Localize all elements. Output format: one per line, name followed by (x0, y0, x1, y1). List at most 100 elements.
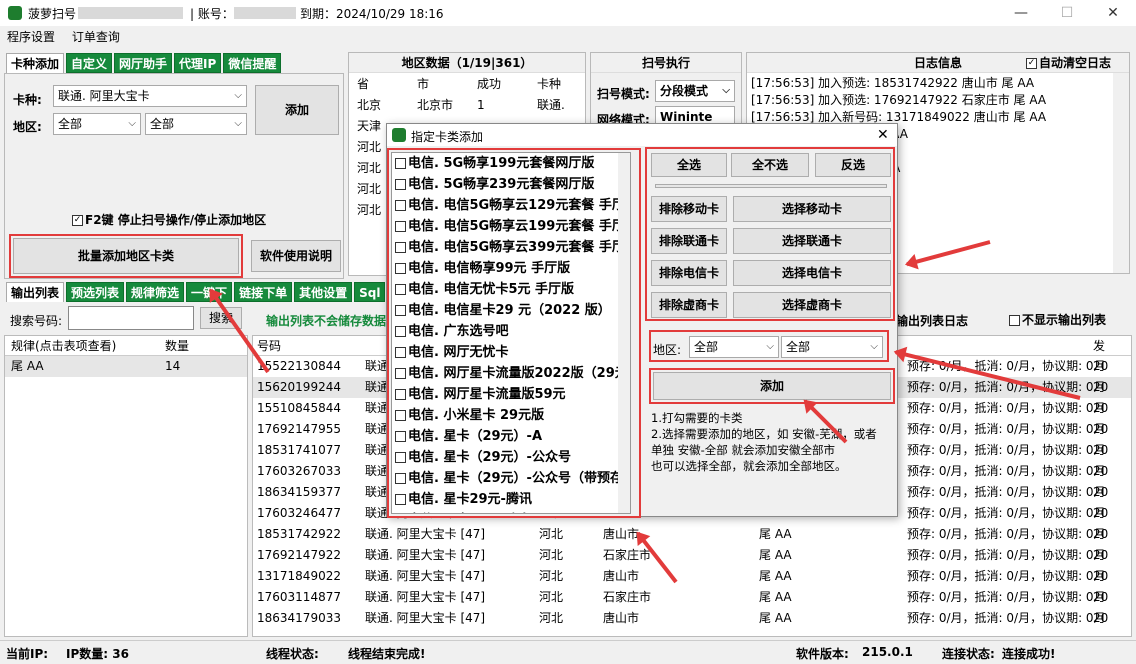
table-cell: 石家庄市 (603, 548, 652, 562)
tab-other-settings[interactable]: 其他设置 (294, 282, 353, 302)
table-cell: 17603267033 (257, 464, 341, 478)
card-checkbox-item[interactable]: 电信. 网厅星卡流量版59元 (392, 384, 630, 405)
tab-proxy-ip[interactable]: 代理IP (174, 53, 222, 73)
checklist-scrollbar[interactable] (618, 153, 630, 513)
tab-sql[interactable]: Sql (354, 282, 386, 302)
tab-custom[interactable]: 自定义 (66, 53, 113, 73)
select-none-button[interactable]: 全不选 (731, 153, 809, 177)
region-data-title: 地区数据（1/19|361） (349, 53, 585, 73)
minimize-button[interactable]: — (998, 0, 1044, 26)
card-checkbox-item[interactable]: 电信. 星卡（29元）-公众号 (392, 447, 630, 468)
checkbox[interactable] (395, 431, 406, 442)
scan-mode-select[interactable]: 分段模式 ⌵ (655, 80, 735, 102)
menu-settings[interactable]: 程序设置 (0, 26, 61, 45)
checkbox[interactable] (395, 473, 406, 484)
checkbox[interactable] (395, 284, 406, 295)
card-type-select[interactable]: 联通. 阿里大宝卡 ⌵ (53, 85, 247, 107)
exclude-button[interactable]: 排除虚商卡 (651, 292, 727, 318)
card-checkbox-item[interactable]: 电信. 网厅无忧卡 (392, 342, 630, 363)
select-button[interactable]: 选择联通卡 (733, 228, 891, 254)
add-button[interactable]: 添加 (255, 85, 339, 135)
card-checkbox-item[interactable]: 电信. 电信5G畅享云399元套餐 手厅 (392, 237, 630, 258)
checkbox[interactable] (395, 326, 406, 337)
card-checkbox-item[interactable]: 电信. 星卡（29元）-A (392, 426, 630, 447)
table-row[interactable]: 13171849022 联通. 阿里大宝卡 [47] 河北 唐山市 尾 AA 预存: 0/… (253, 566, 1131, 587)
card-checkbox-item[interactable]: 电信. 小米星卡 29元版 (392, 405, 630, 426)
table-row[interactable]: 18634179033 联通. 阿里大宝卡 [47] 河北 唐山市 尾 AA 预存: 0/… (253, 608, 1131, 629)
card-checkbox-item[interactable]: 电信. 电信5G畅享云199元套餐 手厅 (392, 216, 630, 237)
log-scrollbar[interactable] (1113, 73, 1129, 273)
checkbox[interactable] (395, 200, 406, 211)
maximize-button[interactable]: ☐ (1044, 0, 1090, 26)
close-button[interactable]: ✕ (1090, 0, 1136, 26)
table-cell: 联通. 阿里大宝卡 [47] (365, 548, 486, 562)
select-button[interactable]: 选择虚商卡 (733, 292, 891, 318)
batch-add-button[interactable]: 批量添加地区卡类 (13, 238, 239, 274)
exclude-button[interactable]: 排除电信卡 (651, 260, 727, 286)
dialog-add-button[interactable]: 添加 (653, 372, 891, 400)
card-checkbox-item[interactable]: 电信. 5G畅享199元套餐网厅版 (392, 153, 630, 174)
card-checkbox-item[interactable]: 电信. 广东选号吧 (392, 321, 630, 342)
dialog-close-button[interactable]: ✕ (877, 127, 889, 143)
card-checkbox-item[interactable]: 电信. 电信无忧卡5元 手厅版 (392, 279, 630, 300)
tab-card-add[interactable]: 卡种添加 (6, 53, 65, 73)
card-checkbox-item[interactable]: 电信. 电信畅享99元 手厅版 (392, 258, 630, 279)
conn-value: 连接成功! (1002, 647, 1056, 661)
tab-output-list[interactable]: 输出列表 (6, 282, 65, 302)
hide-output-checkbox[interactable]: 不显示输出列表 (1006, 311, 1106, 328)
checkbox[interactable] (395, 494, 406, 505)
f2-checkbox-row[interactable]: ✓ F2键 停止扫号操作/停止添加地区 (69, 211, 266, 228)
table-row[interactable]: 北京 北京市 1 联通. (349, 95, 585, 116)
city-select[interactable]: 全部 ⌵ (145, 113, 247, 135)
checkbox[interactable] (395, 158, 406, 169)
manual-button[interactable]: 软件使用说明 (251, 240, 341, 272)
table-cell: 联通. 阿里大宝卡 [47] (365, 590, 486, 604)
table-row[interactable]: 17603114877 联通. 阿里大宝卡 [47] 河北 石家庄市 尾 AA 预存: 0… (253, 587, 1131, 608)
card-checkbox-item[interactable]: 电信. 星卡29元-腾讯 (392, 489, 630, 510)
menu-bar: 程序设置 订单查询 (0, 26, 1136, 46)
dialog-city-select[interactable]: 全部 ⌵ (781, 336, 883, 358)
checkbox[interactable] (395, 179, 406, 190)
card-checklist: 电信. 5G畅享199元套餐网厅版 电信. 5G畅享239元套餐网厅版 电信. 电信… (391, 152, 631, 514)
invert-button[interactable]: 反选 (815, 153, 891, 177)
output-log-button[interactable]: 输出列表日志 (896, 312, 968, 329)
dialog-province-select[interactable]: 全部 ⌵ (689, 336, 779, 358)
checkbox[interactable] (395, 347, 406, 358)
search-input[interactable] (68, 306, 194, 330)
exclude-button[interactable]: 排除联通卡 (651, 228, 727, 254)
province-select[interactable]: 全部 ⌵ (53, 113, 141, 135)
tab-link-order[interactable]: 链接下单 (234, 282, 293, 302)
card-checkbox-item[interactable]: 电信. 星卡29元-头条 (392, 510, 630, 513)
checkbox[interactable] (395, 242, 406, 253)
table-row[interactable]: 18531742922 联通. 阿里大宝卡 [47] 河北 唐山市尾 AA 预存: 0/… (253, 524, 1131, 545)
table-row[interactable]: 17692147922 联通. 阿里大宝卡 [47] 河北 石家庄市 尾 AA 预存: 0… (253, 545, 1131, 566)
table-row[interactable]: 尾 AA 14 (5, 356, 247, 377)
tab-wechat-remind[interactable]: 微信提醒 (223, 53, 282, 73)
version-label: 软件版本: (796, 647, 849, 661)
card-checkbox-item[interactable]: 电信. 5G畅享239元套餐网厅版 (392, 174, 630, 195)
card-checkbox-item[interactable]: 电信. 电信5G畅享云129元套餐 手厅 (392, 195, 630, 216)
select-button[interactable]: 选择移动卡 (733, 196, 891, 222)
tab-hall-helper[interactable]: 网厅助手 (114, 53, 173, 73)
table-cell: 20 (1093, 380, 1109, 394)
checkbox[interactable] (395, 221, 406, 232)
auto-clear-checkbox[interactable]: ✓ 自动清空日志 (1023, 53, 1111, 73)
select-button[interactable]: 选择电信卡 (733, 260, 891, 286)
checkbox[interactable] (395, 410, 406, 421)
checkbox[interactable] (395, 389, 406, 400)
checkbox[interactable] (395, 368, 406, 379)
exclude-button[interactable]: 排除移动卡 (651, 196, 727, 222)
card-checkbox-item[interactable]: 电信. 网厅星卡流量版2022版（29元 (392, 363, 630, 384)
checkbox[interactable] (395, 263, 406, 274)
card-checkbox-item[interactable]: 电信. 电信星卡29 元（2022 版） (392, 300, 630, 321)
app-title: 菠萝扫号 (28, 7, 77, 21)
tab-rule-filter[interactable]: 规律筛选 (126, 282, 185, 302)
checkbox[interactable] (395, 452, 406, 463)
checkbox[interactable] (395, 305, 406, 316)
menu-orders[interactable]: 订单查询 (65, 26, 126, 45)
card-checkbox-item[interactable]: 电信. 星卡（29元）-公众号（带预存 (392, 468, 630, 489)
dialog-title: 指定卡类添加 (411, 130, 484, 144)
card-item-label: 电信. 电信5G畅享云199元套餐 手厅 (408, 219, 625, 234)
tab-preselect[interactable]: 预选列表 (66, 282, 125, 302)
select-all-button[interactable]: 全选 (651, 153, 727, 177)
